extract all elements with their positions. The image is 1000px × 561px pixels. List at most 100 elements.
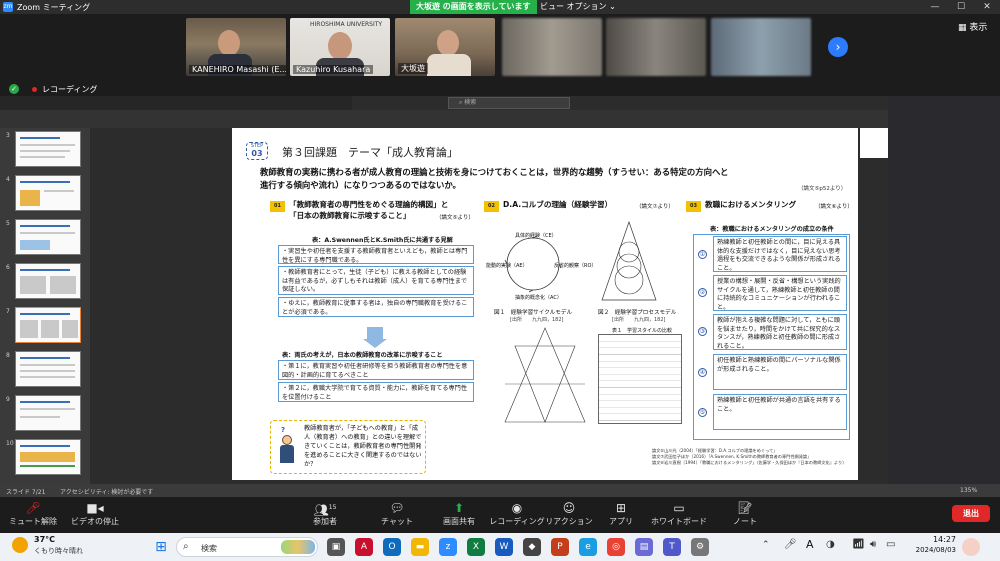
- weather-icon[interactable]: [12, 537, 28, 553]
- thumb-number: 9: [6, 396, 10, 403]
- slide-thumbnail[interactable]: [15, 219, 81, 255]
- edge-app-icon[interactable]: e: [579, 538, 597, 556]
- whiteboard-button[interactable]: ▭ ホワイトボード: [650, 500, 708, 530]
- tray-chevron-up-icon[interactable]: ⌃: [762, 540, 770, 550]
- thumb-number: 10: [6, 440, 14, 447]
- down-arrow-icon: [367, 327, 383, 339]
- mentor-item-number: ②: [698, 288, 707, 297]
- taskbar-search-box[interactable]: ⌕ 検索: [176, 537, 318, 557]
- mentor-item-number: ⑤: [698, 408, 707, 417]
- maximize-button[interactable]: ☐: [948, 0, 974, 14]
- weather-desc: くもり時々晴れ: [34, 547, 83, 555]
- table1-title: 表：A.Swennen氏とK.Smith氏に共通する見解: [312, 237, 453, 244]
- notes-icon: 📝︎: [737, 501, 753, 515]
- share-screen-icon: ⬆: [453, 501, 465, 515]
- slide-thumbnail[interactable]: [15, 175, 81, 211]
- wifi-icon[interactable]: 📶︎: [852, 539, 865, 550]
- participant-tile[interactable]: KANEHIRO Masashi (E...: [186, 18, 286, 76]
- close-button[interactable]: ✕: [974, 0, 1000, 14]
- mentor-item-number: ④: [698, 368, 707, 377]
- slide-thumbnail[interactable]: [15, 351, 81, 387]
- chrome-app-icon[interactable]: ◎: [607, 538, 625, 556]
- minimize-button[interactable]: —: [922, 0, 948, 14]
- tray-app-icon[interactable]: ◑: [826, 539, 835, 550]
- ppt-title-area: [0, 96, 352, 110]
- down-arrow-head-icon: [363, 339, 387, 348]
- slide-thumbnail[interactable]: [15, 439, 81, 475]
- show-label: 表示: [969, 23, 988, 33]
- outlook-app-icon[interactable]: O: [383, 538, 401, 556]
- chat-button[interactable]: 💬︎ チャット: [368, 500, 426, 530]
- slide-counter: スライド 7/21: [6, 489, 46, 496]
- point-1-title-line2: 「日本の教師教育に示唆すること」: [289, 211, 411, 220]
- next-page-button[interactable]: ›: [828, 37, 848, 57]
- volume-icon[interactable]: 🔊︎: [870, 539, 876, 550]
- slide-thumbnail-selected[interactable]: [15, 307, 81, 343]
- excel-app-icon[interactable]: X: [467, 538, 485, 556]
- file-explorer-icon[interactable]: ▬: [411, 538, 429, 556]
- view-options-button[interactable]: ビュー オプション ⌄: [540, 0, 616, 14]
- share-screen-button[interactable]: ⬆ 画面共有: [430, 500, 488, 530]
- show-button[interactable]: ▦ 表示: [958, 20, 987, 33]
- leave-button[interactable]: 退出: [952, 505, 990, 522]
- mic-off-icon: 🎤︎: [25, 501, 41, 515]
- participant-tile[interactable]: HIROSHIMA UNIVERSITY Kazuhiro Kusahara: [290, 18, 390, 76]
- participant-name: Kazuhiro Kusahara: [293, 65, 374, 74]
- table2-item: ・第２に，教職大学院で育てる資質・能力に，教師を育てる専門性を位置付けること: [278, 382, 474, 402]
- word-app-icon[interactable]: W: [495, 538, 513, 556]
- participant-tile[interactable]: [606, 18, 706, 76]
- zoom-level[interactable]: 135%: [960, 487, 977, 494]
- settings-gear-icon[interactable]: ⚙: [691, 538, 709, 556]
- table-small-title: 表１ 学習スタイルの比較: [612, 328, 673, 334]
- main-statement-line2: 進行する傾向や流れ）になりつつあるのではないか。: [260, 180, 461, 190]
- participant-tile[interactable]: [711, 18, 811, 76]
- notification-icon[interactable]: [962, 538, 980, 556]
- powerpoint-app-icon[interactable]: P: [551, 538, 569, 556]
- learning-style-diagram: [504, 327, 586, 423]
- app-icon[interactable]: ▤: [635, 538, 653, 556]
- point-1-title-line1: 「教師教育者の専門性をめぐる理論的構図」と: [289, 200, 449, 209]
- mute-button[interactable]: 🎤︎ ミュート解除: [4, 500, 62, 530]
- fig1-caption: 図１ 経験学習サイクルモデル: [494, 310, 573, 316]
- teams-app-icon[interactable]: T: [663, 538, 681, 556]
- clock-date[interactable]: 2024/08/03: [906, 546, 956, 554]
- video-icon: ■◂: [86, 501, 104, 515]
- recording-label[interactable]: レコーディング: [42, 84, 97, 95]
- accessibility-status[interactable]: アクセシビリティ: 検討が必要です: [60, 487, 153, 496]
- ppt-search-input[interactable]: ⌕ 検索: [448, 97, 570, 109]
- participants-button[interactable]: 👥︎15 参加者: [296, 500, 354, 530]
- record-button[interactable]: ◉ レコーディング: [488, 500, 546, 530]
- thumb-number: 5: [6, 220, 10, 227]
- learning-style-table: [598, 334, 682, 424]
- zoom-app-icon[interactable]: z: [439, 538, 457, 556]
- pdf-app-icon[interactable]: A: [355, 538, 373, 556]
- notes-button[interactable]: 📝︎ ノート: [716, 500, 774, 530]
- task-view-icon[interactable]: ▣: [327, 538, 345, 556]
- slide-thumbnail[interactable]: [15, 131, 81, 167]
- fig2-caption: 図２ 経験学習プロセスモデル: [598, 310, 677, 316]
- table1-item: ・教師教育者にとって，生徒（子ども）に教える教師としての経験は有益であるが，必ず…: [278, 266, 474, 295]
- main-statement-line1: 教師教育の実務に携わる者が成人教育の理論と技術を身につけておくことは，世界的な趨…: [260, 167, 729, 177]
- weather-temp[interactable]: 37°C: [34, 535, 55, 544]
- video-button[interactable]: ■◂ ビデオの停止: [66, 500, 124, 530]
- kolb-right-label: 反省的観察（RO）: [554, 263, 597, 269]
- windows-start-icon[interactable]: ⊞: [152, 538, 170, 556]
- participant-tile[interactable]: 大坂遊: [395, 18, 495, 76]
- apps-button[interactable]: ⊞ アプリ: [592, 500, 650, 530]
- mentor-item-number: ①: [698, 250, 707, 259]
- participant-tile[interactable]: [502, 18, 602, 76]
- ime-indicator[interactable]: A: [806, 538, 814, 551]
- kolb-left-label: 能動的実験（AE）: [486, 263, 528, 269]
- battery-icon[interactable]: ▭: [886, 539, 895, 550]
- shield-icon[interactable]: ✓: [9, 84, 19, 94]
- slide-thumbnail[interactable]: [15, 263, 81, 299]
- clock-time[interactable]: 14:27: [906, 535, 956, 544]
- fig2-source: [出所 九九四，182]: [612, 317, 666, 323]
- grid-icon: ▦: [958, 23, 967, 33]
- apps-label: アプリ: [609, 517, 633, 526]
- reaction-button[interactable]: ☺ リアクション: [540, 500, 598, 530]
- slide-thumbnail[interactable]: [15, 395, 81, 431]
- app-icon[interactable]: ◆: [523, 538, 541, 556]
- reaction-icon: ☺: [562, 501, 576, 515]
- tray-mic-icon[interactable]: 🎤︎: [784, 539, 797, 550]
